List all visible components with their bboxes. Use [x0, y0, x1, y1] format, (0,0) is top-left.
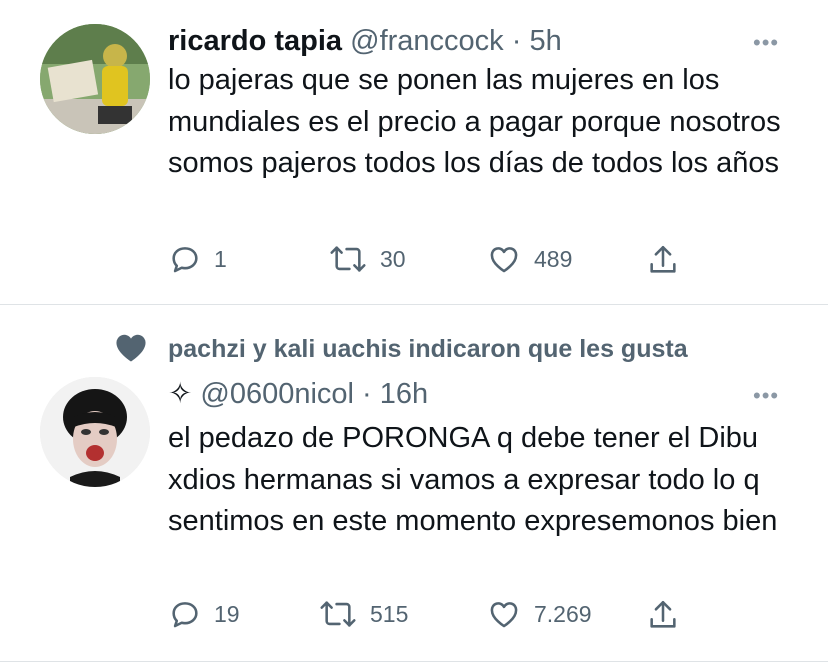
reply-count: 1 — [214, 245, 227, 272]
reply-count: 19 — [214, 600, 240, 627]
share-icon — [650, 245, 676, 273]
like-count: 489 — [534, 245, 573, 272]
avatar-image — [40, 24, 150, 134]
retweet-count: 30 — [380, 245, 406, 272]
liked-by-text[interactable]: pachzi y kali uachis indicaron que les g… — [168, 335, 688, 364]
heart-icon — [490, 247, 518, 273]
handle[interactable]: @franccock — [350, 25, 504, 57]
divider — [0, 661, 828, 662]
separator: · — [362, 378, 372, 410]
retweet-count: 515 — [370, 600, 409, 627]
tweet-1[interactable]: ricardo tapia @franccock · 5h ••• lo paj… — [0, 0, 828, 304]
handle[interactable]: @0600nicol — [200, 378, 354, 410]
heart-icon — [490, 602, 518, 628]
avatar[interactable] — [40, 24, 150, 134]
action-bar: 1 30 489 — [168, 242, 688, 282]
tweet-header: ricardo tapia @franccock · 5h — [168, 24, 562, 58]
social-context: pachzi y kali uachis indicaron que les g… — [0, 305, 828, 365]
reply-icon — [172, 602, 198, 628]
tweet-2[interactable]: pachzi y kali uachis indicaron que les g… — [0, 305, 828, 671]
retweet-button[interactable]: 30 — [328, 242, 406, 276]
tweet-text: lo pajeras que se ponen las mujeres en l… — [168, 64, 781, 179]
share-button[interactable] — [646, 597, 680, 633]
like-button[interactable]: 7.269 — [486, 597, 592, 631]
like-button[interactable]: 489 — [486, 242, 572, 276]
tweet-text: el pedazo de PORONGA q debe tener el Dib… — [168, 422, 778, 537]
retweet-icon — [320, 601, 356, 627]
more-options-icon[interactable]: ••• — [753, 383, 779, 409]
action-bar: 19 515 7.269 — [168, 597, 688, 637]
more-options-icon[interactable]: ••• — [753, 30, 779, 56]
reply-button[interactable]: 19 — [168, 597, 240, 631]
retweet-button[interactable]: 515 — [318, 597, 408, 631]
share-button[interactable] — [646, 242, 680, 278]
heart-filled-icon — [116, 334, 146, 362]
like-count: 7.269 — [534, 600, 592, 627]
timestamp[interactable]: 5h — [529, 25, 561, 57]
display-name[interactable]: ricardo tapia — [168, 25, 342, 57]
avatar-image — [40, 377, 150, 487]
tweet-header: ✧ @0600nicol · 16h — [168, 377, 428, 411]
retweet-icon — [330, 246, 366, 272]
reply-icon — [172, 247, 198, 273]
display-name[interactable]: ✧ — [168, 378, 192, 410]
avatar[interactable] — [40, 377, 150, 487]
timestamp[interactable]: 16h — [380, 378, 428, 410]
share-icon — [650, 600, 676, 628]
reply-button[interactable]: 1 — [168, 242, 227, 276]
separator: · — [511, 25, 522, 57]
